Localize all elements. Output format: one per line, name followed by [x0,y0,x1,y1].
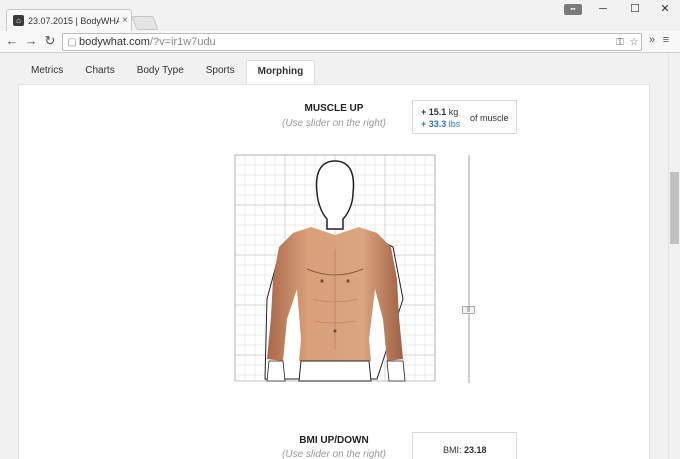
maximize-button[interactable]: ☐ [620,0,650,18]
bmi-title: BMI UP/DOWN [299,435,369,446]
page-content: Metrics Charts Body Type Sports Morphing… [0,54,668,459]
bmi-info-box: BMI: 23.18 [412,432,517,459]
bmi-value: 23.18 [464,445,487,455]
minimize-button[interactable]: ─ [588,0,618,18]
tab-body-type[interactable]: Body Type [126,60,195,84]
body-morph-chart [234,154,436,382]
bmi-row: BMI: 23.18 [443,445,487,455]
extensions-more-icon[interactable]: » [646,34,658,46]
muscle-kg-unit: kg [448,107,459,117]
muscle-slider-handle[interactable]: ||| [462,306,475,315]
muscle-kg-row: + 15.1 kg [421,107,458,117]
muscle-info-box: + 15.1 kg + 33.3 lbs of muscle [412,100,517,134]
muscle-up-title: MUSCLE UP [304,103,364,114]
tab-charts[interactable]: Charts [74,60,125,84]
section-tabs: Metrics Charts Body Type Sports Morphing [20,60,316,84]
muscle-suffix: of muscle [470,113,509,123]
reload-button[interactable]: ↻ [42,33,58,49]
key-icon[interactable]: ⚿ [613,37,627,48]
tab-metrics[interactable]: Metrics [20,60,74,84]
browser-toolbar: ← → ↻ ▢ bodywhat.com/?v=ir1w7udu ⚿ ☆ » ≡ [0,31,680,53]
muscle-kg-value: + 15.1 [421,107,447,117]
morphing-panel: MUSCLE UP (Use slider on the right) + 15… [18,84,650,459]
address-bar[interactable]: ▢ bodywhat.com/?v=ir1w7udu ⚿ ☆ [62,33,642,51]
menu-icon[interactable]: ≡ [660,34,672,46]
new-tab-button[interactable] [131,16,159,30]
url-text[interactable]: bodywhat.com/?v=ir1w7udu [79,36,613,48]
url-path: /?v=ir1w7udu [149,36,216,48]
tab-morphing[interactable]: Morphing [245,60,316,84]
back-button[interactable]: ← [4,33,20,49]
profile-icon[interactable]: ▪▪ [564,4,582,15]
forward-button[interactable]: → [23,33,39,49]
vertical-scrollbar[interactable] [668,54,680,459]
tab-sports[interactable]: Sports [195,60,246,84]
browser-tab-title: 23.07.2015 | BodyWHAT [28,15,119,26]
close-window-button[interactable]: ✕ [650,0,680,18]
muscle-lbs-unit: lbs [448,119,461,129]
browser-tab[interactable]: ⌂ 23.07.2015 | BodyWHAT × [6,9,132,31]
scrollbar-thumb[interactable] [670,172,679,244]
url-host: bodywhat.com [79,36,150,48]
title-bar: ⌂ 23.07.2015 | BodyWHAT × ▪▪ ─ ☐ ✕ [0,0,680,31]
site-favicon-icon: ⌂ [13,15,24,26]
page-icon: ▢ [67,36,77,48]
muscle-up-subtitle: (Use slider on the right) [282,118,386,129]
bookmark-star-icon[interactable]: ☆ [627,37,641,48]
muscle-slider-track[interactable] [468,155,470,383]
tab-close-icon[interactable]: × [119,15,131,26]
bmi-subtitle: (Use slider on the right) [282,449,386,459]
muscle-lbs-row: + 33.3 lbs [421,119,460,129]
muscle-lbs-value: + 33.3 [421,119,447,129]
bmi-label: BMI: [443,445,462,455]
